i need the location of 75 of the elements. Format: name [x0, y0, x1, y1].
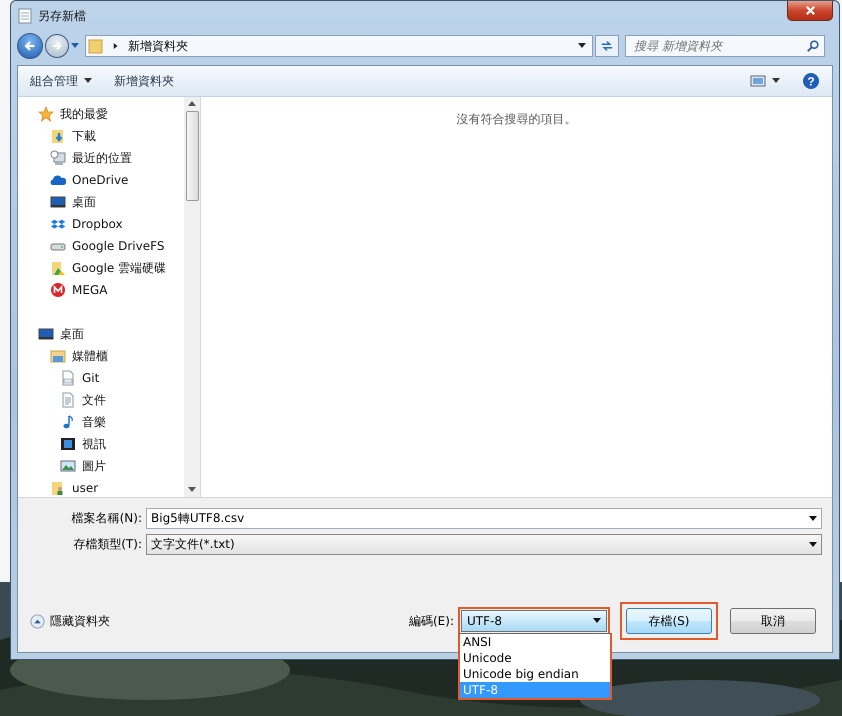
address-bar[interactable]: 新增資料夾: [85, 35, 593, 57]
help-button[interactable]: ?: [798, 70, 824, 92]
dropdown-option[interactable]: ANSI: [460, 634, 610, 650]
caret-icon: [71, 43, 79, 49]
scrollbar[interactable]: [184, 97, 200, 497]
tree-item-label[interactable]: 最近的位置: [72, 150, 132, 166]
folder-icon: [88, 38, 104, 54]
tree-item-label[interactable]: Google DriveFS: [72, 239, 164, 253]
download-folder-icon: [50, 128, 66, 144]
library-icon: [50, 348, 66, 364]
tree-item-label[interactable]: user: [72, 481, 98, 495]
tree-item-label[interactable]: 桌面: [60, 326, 84, 342]
scroll-down-icon: [188, 487, 196, 493]
encoding-dropdown[interactable]: UTF-8: [461, 610, 607, 632]
tree-item-label[interactable]: Google 雲端硬碟: [72, 260, 166, 276]
tree-item-label[interactable]: 視訊: [82, 436, 106, 452]
drive-folder-icon: [50, 260, 66, 276]
search-field[interactable]: 搜尋 新增資料夾: [625, 35, 825, 57]
dropdown-option[interactable]: Unicode: [460, 650, 610, 666]
breadcrumb[interactable]: 新增資料夾: [128, 38, 188, 54]
tree-item-label[interactable]: OneDrive: [72, 173, 128, 187]
window-title: 另存新檔: [38, 8, 86, 24]
arrow-left-icon: [23, 39, 37, 53]
notepad-icon: [17, 8, 33, 24]
scroll-up-icon: [188, 101, 196, 107]
new-folder-button[interactable]: 新增資料夾: [110, 70, 178, 92]
close-icon: [804, 5, 816, 16]
scrollbar-thumb[interactable]: [186, 111, 198, 201]
encoding-label: 編碼(E):: [409, 612, 454, 630]
close-button[interactable]: [787, 1, 833, 21]
view-icon: [750, 73, 766, 89]
tree-item-label[interactable]: 下載: [72, 128, 96, 144]
caret-icon: [578, 43, 586, 49]
refresh-icon: [600, 39, 614, 53]
mega-icon: [50, 282, 66, 298]
field-label: 檔案名稱(N):: [70, 510, 142, 527]
caret-icon: [84, 78, 92, 84]
file-type-dropdown[interactable]: 文字文件(*.txt): [146, 534, 822, 555]
empty-message: 沒有符合搜尋的項目。: [456, 111, 576, 128]
tree-item-label[interactable]: Git: [82, 371, 100, 385]
file-name-field[interactable]: Big5轉UTF8.csv: [146, 508, 822, 529]
dropdown-option[interactable]: Unicode big endian: [460, 666, 610, 682]
arrow-right-icon: [51, 40, 63, 52]
cancel-button[interactable]: 取消: [730, 608, 816, 634]
caret-icon: [809, 516, 817, 522]
tree-item-label[interactable]: 我的最愛: [60, 106, 108, 122]
desktop-icon: [50, 194, 66, 210]
document-icon: [60, 392, 76, 408]
tree-item-label[interactable]: 圖片: [82, 458, 106, 474]
search-icon: [806, 39, 820, 53]
tree-item-label[interactable]: MEGA: [72, 283, 108, 297]
help-icon: ?: [802, 72, 820, 90]
film-icon: [60, 436, 76, 452]
desktop-icon: [38, 326, 54, 342]
forward-button[interactable]: [45, 34, 69, 58]
tree-item-label[interactable]: 文件: [82, 392, 106, 408]
caret-icon: [593, 618, 601, 624]
refresh-button[interactable]: [595, 35, 619, 57]
organize-menu[interactable]: 組合管理: [26, 70, 96, 92]
caret-icon: [772, 78, 780, 84]
tree-item-label[interactable]: 音樂: [82, 414, 106, 430]
chevron-icon: [112, 43, 120, 49]
tree-item-label[interactable]: 媒體櫃: [72, 348, 108, 364]
hide-folders-button[interactable]: 隱藏資料夾: [30, 612, 110, 630]
recent-places-icon: [50, 150, 66, 166]
star-icon: [38, 106, 54, 122]
git-file-icon: [60, 370, 76, 386]
image-icon: [60, 458, 76, 474]
caret-icon: [809, 542, 817, 548]
field-label: 存檔類型(T):: [72, 536, 142, 553]
tree-item-label[interactable]: 桌面: [72, 194, 96, 210]
back-button[interactable]: [17, 33, 43, 59]
save-button[interactable]: 存檔(S): [626, 608, 712, 634]
tree-item-label[interactable]: Dropbox: [72, 217, 123, 231]
collapse-icon: [30, 614, 45, 628]
